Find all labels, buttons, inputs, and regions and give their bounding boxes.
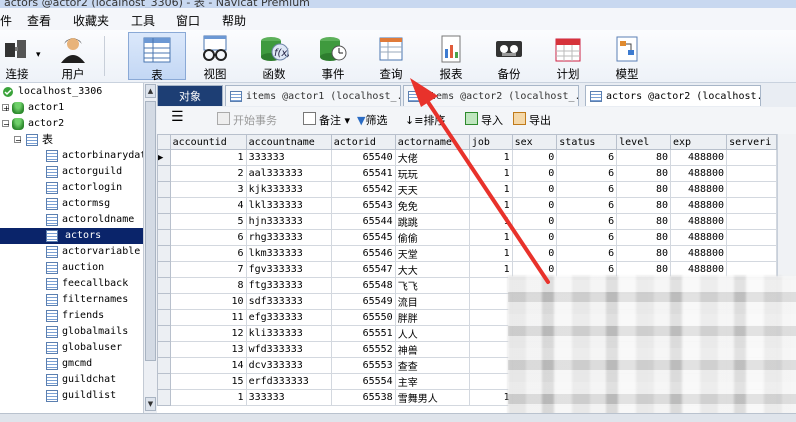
annotation-arrow-icon <box>410 78 550 284</box>
